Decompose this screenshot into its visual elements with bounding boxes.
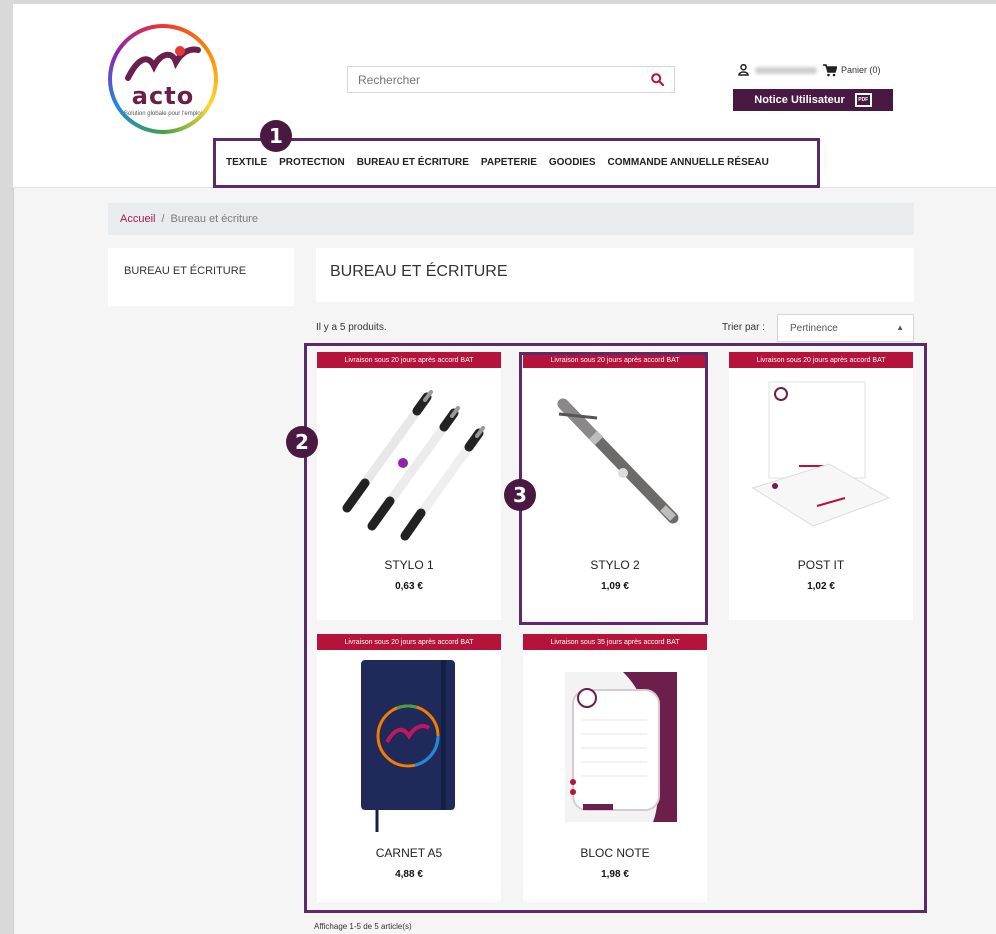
breadcrumb: Accueil / Bureau et écriture <box>108 203 914 235</box>
category-title: BUREAU ET ÉCRITURE <box>316 248 914 302</box>
notice-utilisateur-button[interactable]: Notice Utilisateur PDF <box>733 89 893 111</box>
search-box <box>347 66 675 93</box>
notice-button-label: Notice Utilisateur <box>754 94 845 106</box>
user-area: Panier (0) <box>738 62 881 78</box>
logo-tagline: Solution globale pour l'emploi <box>123 111 203 117</box>
acto-logo[interactable]: acto Solution globale pour l'emploi <box>108 24 218 134</box>
logo-wordmark: acto <box>131 82 195 110</box>
annotation-badge-3: 3 <box>504 479 536 511</box>
pagination-summary: Affichage 1-5 de 5 article(s) <box>314 922 412 931</box>
logo-figure-icon <box>125 46 201 81</box>
sidebar-category-card: BUREAU ET ÉCRITURE <box>108 248 294 306</box>
breadcrumb-home-link[interactable]: Accueil <box>120 213 155 225</box>
annotation-badge-2: 2 <box>286 426 318 458</box>
product-count: Il y a 5 produits. <box>316 322 387 333</box>
select-arrows-icon: ▲ <box>896 323 904 332</box>
annotation-badge-1: 1 <box>260 120 292 152</box>
search-input[interactable] <box>348 67 628 92</box>
pdf-icon: PDF <box>854 93 872 107</box>
sort-select-value: Pertinence <box>790 322 838 334</box>
annotation-box-nav <box>213 138 820 188</box>
breadcrumb-separator: / <box>161 213 165 225</box>
cart-link[interactable]: Panier (0) <box>841 65 881 75</box>
breadcrumb-current: Bureau et écriture <box>170 213 258 225</box>
sidebar-category-link[interactable]: BUREAU ET ÉCRITURE <box>124 265 246 277</box>
annotation-box-product <box>519 352 708 625</box>
search-icon[interactable] <box>651 73 664 86</box>
cart-icon[interactable] <box>823 63 837 77</box>
sort-label: Trier par : <box>722 322 765 333</box>
user-icon[interactable] <box>738 64 749 76</box>
sort-select[interactable]: Pertinence ▲ <box>777 314 914 342</box>
user-name-blurred[interactable] <box>755 66 817 74</box>
